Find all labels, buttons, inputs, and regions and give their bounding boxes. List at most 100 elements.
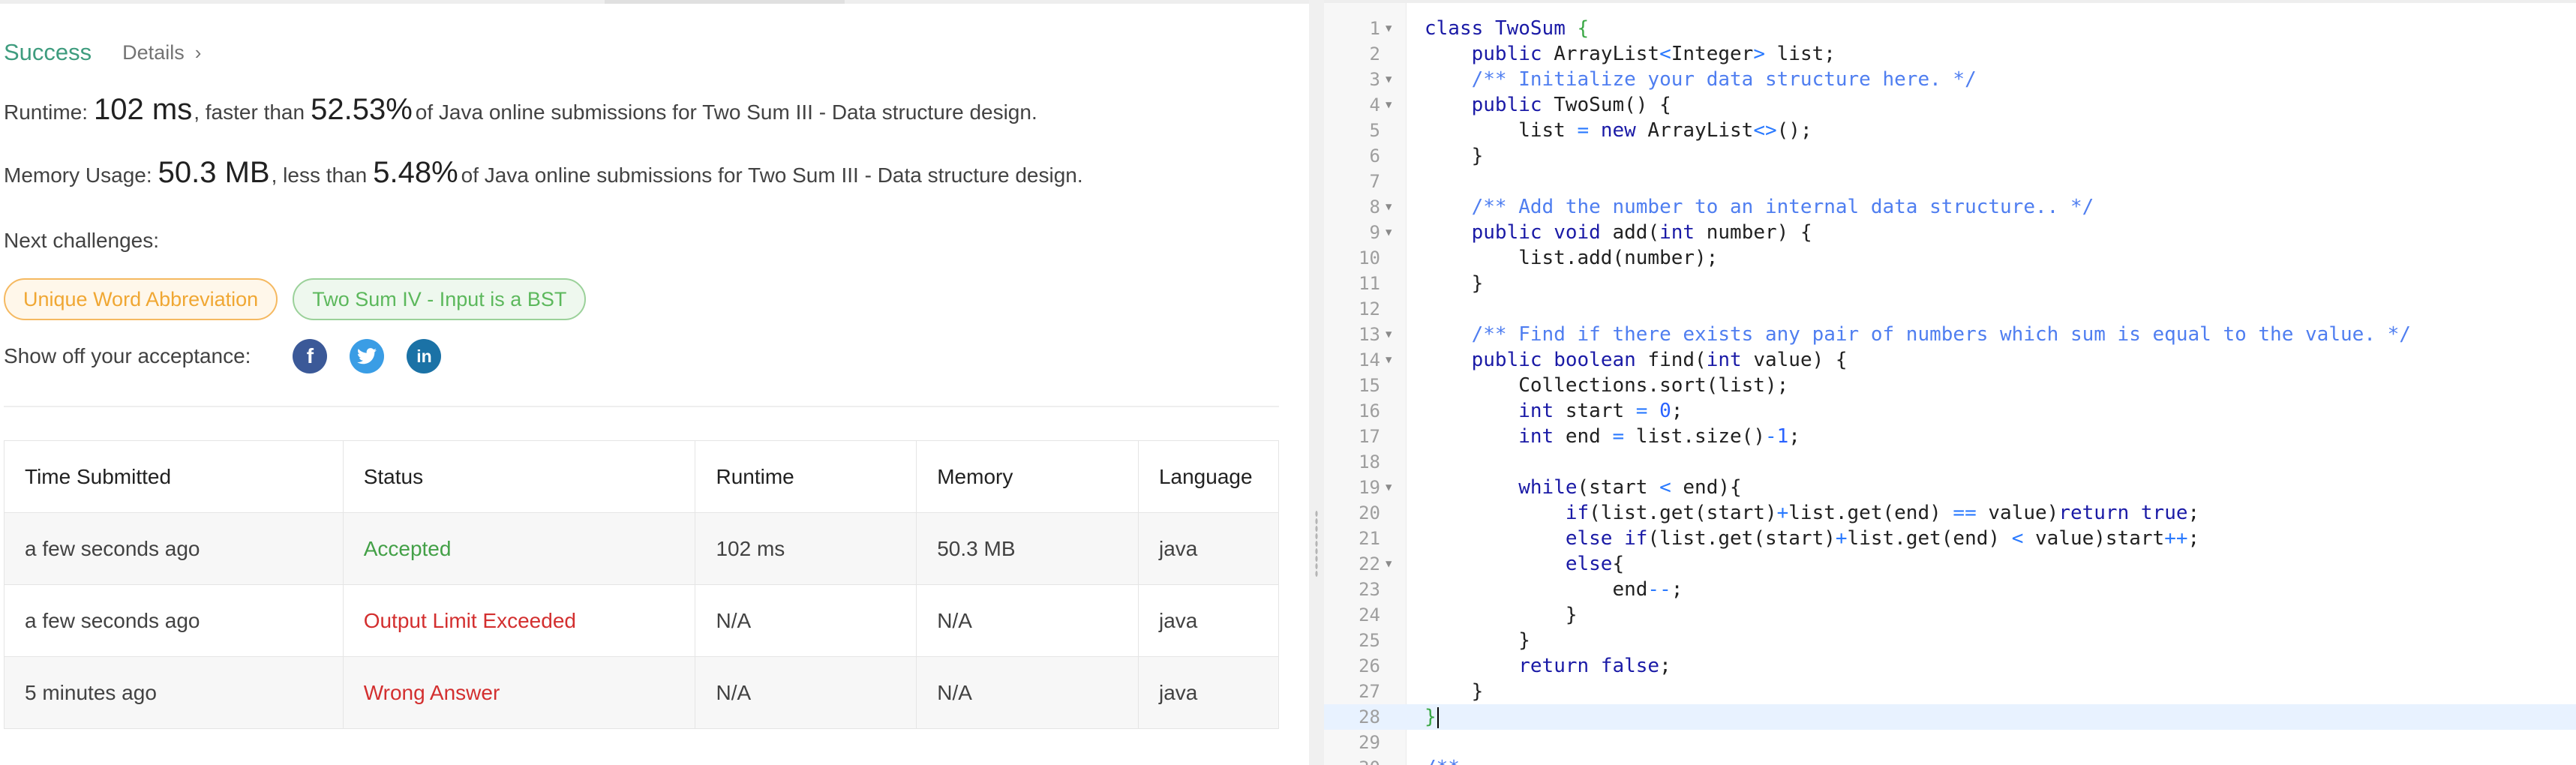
code-line[interactable]: 11 } — [1324, 271, 2576, 296]
column-header-status[interactable]: Status — [342, 440, 696, 513]
code-line[interactable]: 16 int start = 0; — [1324, 398, 2576, 424]
code-line[interactable]: 22 ▼ else{ — [1324, 551, 2576, 577]
code-text: class TwoSum { — [1425, 17, 1590, 40]
twitter-icon[interactable] — [350, 339, 385, 374]
table-row[interactable]: a few seconds ago Output Limit Exceeded N/… — [4, 584, 1280, 657]
line-number: 25 — [1359, 630, 1380, 651]
table-row[interactable]: a few seconds ago Accepted 102 ms 50.3 MB ja… — [4, 512, 1280, 585]
code-text: else if(list.get(start)+list.get(end) < … — [1565, 527, 2200, 550]
code-editor[interactable]: 1 ▼ class TwoSum {2 public ArrayList<Integ… — [1324, 0, 2576, 765]
cell-status[interactable]: Accepted — [342, 512, 696, 585]
cell-status[interactable]: Wrong Answer — [342, 656, 696, 729]
line-number: 5 — [1369, 120, 1380, 141]
runtime-middle: , faster than — [194, 100, 305, 124]
code-lines[interactable]: 1 ▼ class TwoSum {2 public ArrayList<Integ… — [1324, 16, 2576, 765]
fold-toggle-icon[interactable]: ▼ — [1386, 194, 1392, 220]
runtime-value: 102 ms — [94, 93, 193, 126]
submissions-table: Time Submitted Status Runtime Memory Lan… — [4, 440, 1280, 729]
column-header-language[interactable]: Language — [1137, 440, 1280, 513]
details-link[interactable]: Details › — [122, 41, 201, 64]
cell-language: java — [1137, 512, 1280, 585]
code-line[interactable]: 25 } — [1324, 628, 2576, 653]
code-line[interactable]: 5 list = new ArrayList<>(); — [1324, 118, 2576, 143]
column-header-runtime[interactable]: Runtime — [695, 440, 917, 513]
code-line[interactable]: 4 ▼ public TwoSum() { — [1324, 92, 2576, 118]
facebook-icon[interactable]: f — [293, 339, 328, 374]
linkedin-icon[interactable]: in — [407, 339, 442, 374]
code-line[interactable]: 3 ▼ /** Initialize your data structure he… — [1324, 67, 2576, 92]
memory-middle: , less than — [271, 164, 368, 187]
share-row: Show off your acceptance: f in — [4, 339, 442, 374]
runtime-percent: 52.53% — [311, 93, 413, 126]
fold-toggle-icon[interactable]: ▼ — [1386, 347, 1392, 373]
panel-resize-handle[interactable] — [1309, 0, 1324, 765]
code-line[interactable]: 19 ▼ while(start < end){ — [1324, 475, 2576, 500]
line-number: 7 — [1369, 171, 1380, 192]
code-line[interactable]: 6 } — [1324, 143, 2576, 169]
table-header-row: Time Submitted Status Runtime Memory Lan… — [4, 440, 1280, 513]
code-line[interactable]: 27 } — [1324, 679, 2576, 704]
code-line[interactable]: 17 int end = list.size()-1; — [1324, 424, 2576, 449]
code-line[interactable]: 1 ▼ class TwoSum { — [1324, 16, 2576, 41]
code-text: } — [1425, 272, 1484, 295]
code-text: public void add(int number) { — [1471, 221, 1812, 244]
line-number: 24 — [1359, 604, 1380, 626]
fold-toggle-icon[interactable]: ▼ — [1386, 322, 1392, 347]
code-text: list = new ArrayList<>(); — [1425, 119, 1812, 142]
details-label: Details — [122, 40, 185, 64]
code-line[interactable]: 24 } — [1324, 602, 2576, 628]
code-line[interactable]: 9 ▼ public void add(int number) { — [1324, 220, 2576, 245]
fold-toggle-icon[interactable]: ▼ — [1386, 16, 1392, 41]
code-text: if(list.get(start)+list.get(end) == valu… — [1565, 502, 2200, 524]
line-number: 17 — [1359, 426, 1380, 447]
code-line[interactable]: 14 ▼ public boolean find(int value) { — [1324, 347, 2576, 373]
code-line[interactable]: 15 Collections.sort(list); — [1324, 373, 2576, 398]
line-number: 28 — [1359, 706, 1380, 728]
code-text: /** — [1425, 755, 1460, 765]
code-line[interactable]: 18 — [1324, 449, 2576, 475]
memory-value: 50.3 MB — [158, 156, 270, 189]
fold-toggle-icon[interactable]: ▼ — [1386, 551, 1392, 577]
code-text: } — [1425, 704, 1439, 730]
chevron-right-icon: › — [194, 40, 202, 64]
line-number: 23 — [1359, 579, 1380, 600]
code-line[interactable]: 12 — [1324, 296, 2576, 322]
line-number: 21 — [1359, 528, 1380, 549]
code-line[interactable]: 20 if(list.get(start)+list.get(end) == v… — [1324, 500, 2576, 526]
fold-toggle-icon[interactable]: ▼ — [1386, 475, 1392, 500]
code-line[interactable]: 10 list.add(number); — [1324, 245, 2576, 271]
share-label: Show off your acceptance: — [4, 344, 251, 368]
code-line[interactable]: 30 /** — [1324, 755, 2576, 765]
cell-status[interactable]: Output Limit Exceeded — [342, 584, 696, 657]
code-line[interactable]: 29 — [1324, 730, 2576, 755]
submission-result-panel: Success Details › Runtime: 102 ms , fast… — [0, 0, 1309, 765]
table-row[interactable]: 5 minutes ago Wrong Answer N/A N/A java — [4, 656, 1280, 729]
challenge-chip-two-sum-iv[interactable]: Two Sum IV - Input is a BST — [293, 278, 587, 320]
line-number: 2 — [1369, 44, 1380, 64]
code-line[interactable]: 8 ▼ /** Add the number to an internal dat… — [1324, 194, 2576, 220]
fold-toggle-icon[interactable]: ▼ — [1386, 220, 1392, 245]
fold-toggle-icon[interactable]: ▼ — [1386, 92, 1392, 118]
code-line[interactable]: 26 return false; — [1324, 653, 2576, 679]
column-header-memory[interactable]: Memory — [916, 440, 1139, 513]
column-header-time[interactable]: Time Submitted — [4, 440, 344, 513]
cell-time-submitted: a few seconds ago — [4, 584, 344, 657]
fold-toggle-icon[interactable]: ▼ — [1386, 67, 1392, 92]
cell-time-submitted: 5 minutes ago — [4, 656, 344, 729]
code-line[interactable]: 23 end--; — [1324, 577, 2576, 602]
line-number: 1 — [1369, 18, 1380, 39]
challenge-chip-unique-word-abbreviation[interactable]: Unique Word Abbreviation — [4, 278, 278, 320]
cell-language: java — [1137, 656, 1280, 729]
code-text: list.add(number); — [1425, 247, 1719, 269]
code-line[interactable]: 28} — [1324, 704, 2576, 730]
runtime-stat: Runtime: 102 ms , faster than 52.53% of … — [4, 93, 1037, 127]
code-line[interactable]: 7 — [1324, 169, 2576, 194]
code-text: while(start < end){ — [1518, 476, 1742, 499]
cell-runtime: N/A — [695, 656, 917, 729]
line-number: 20 — [1359, 502, 1380, 524]
code-line[interactable]: 21 else if(list.get(start)+list.get(end)… — [1324, 526, 2576, 551]
cell-memory: 50.3 MB — [916, 512, 1139, 585]
code-line[interactable]: 2 public ArrayList<Integer> list; — [1324, 41, 2576, 67]
cell-language: java — [1137, 584, 1280, 657]
code-line[interactable]: 13 ▼ /** Find if there exists any pair of… — [1324, 322, 2576, 347]
